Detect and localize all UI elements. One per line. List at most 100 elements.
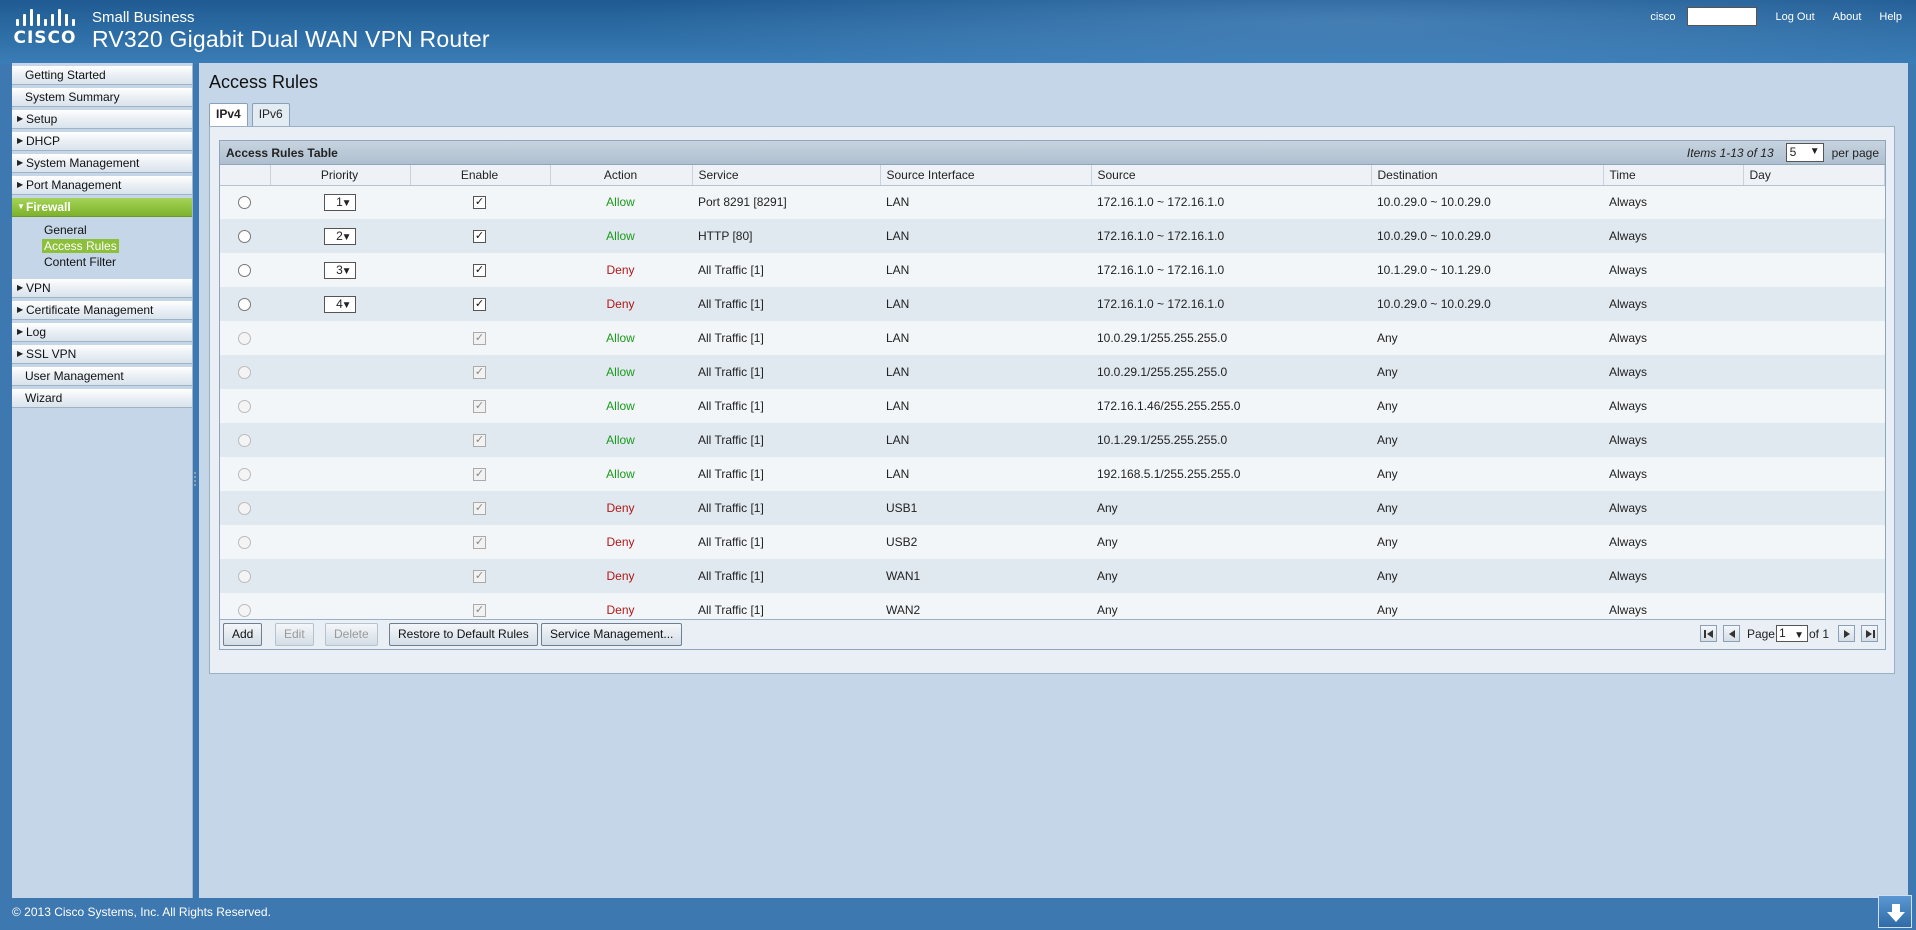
sidebar-item-wizard[interactable]: Wizard xyxy=(12,389,192,408)
sidebar-item-setup[interactable]: ▶ Setup xyxy=(12,110,192,129)
row-select-radio xyxy=(238,570,251,584)
sidebar-item-user-management[interactable]: User Management xyxy=(12,367,192,386)
per-page-select[interactable]: 5 ▼ xyxy=(1785,143,1824,162)
priority-select[interactable]: 2 ▼ xyxy=(323,227,356,245)
priority-select[interactable]: 4 ▼ xyxy=(323,295,356,313)
source-value: 10.0.29.1/255.255.255.0 xyxy=(1097,331,1228,345)
chevron-down-icon: ▼ xyxy=(1809,146,1820,157)
row-select-radio xyxy=(238,502,251,516)
tab-ipv4[interactable]: IPv4 xyxy=(209,103,248,126)
row-select-radio[interactable] xyxy=(238,298,251,312)
last-page-button[interactable] xyxy=(1861,625,1878,642)
subitem-general[interactable]: General xyxy=(42,222,192,238)
help-link[interactable]: Help xyxy=(1879,11,1902,23)
sidebar-item-vpn[interactable]: ▶ VPN xyxy=(12,279,192,298)
table-row[interactable]: 2 ▼ ✓ Allow HTTP [80] LAN 172.16.1.0 ~ 172.16.… xyxy=(220,219,1885,253)
source-value: 172.16.1.0 ~ 172.16.1.0 xyxy=(1097,229,1225,243)
sidebar-item-dhcp[interactable]: ▶ DHCP xyxy=(12,132,192,151)
delete-button[interactable]: Delete xyxy=(325,623,378,646)
sidebar-item-system-management[interactable]: ▶ System Management xyxy=(12,154,192,173)
page-value: 1 xyxy=(1778,626,1786,640)
top-links: cisco English ▼ Log Out About Help xyxy=(1650,7,1902,26)
service-management-button[interactable]: Service Management... xyxy=(541,623,683,646)
destination-value: 10.1.29.0 ~ 10.1.29.0 xyxy=(1377,263,1491,277)
table-row[interactable]: ✓ Allow All Traffic [1] LAN 172.16.1.46/255.… xyxy=(220,389,1885,423)
source-interface-value: LAN xyxy=(886,365,910,379)
source-value: 10.1.29.1/255.255.255.0 xyxy=(1097,433,1228,447)
service-value: All Traffic [1] xyxy=(698,263,764,277)
sidebar-item-system-summary[interactable]: System Summary xyxy=(12,88,192,107)
table-row[interactable]: 4 ▼ ✓ Deny All Traffic [1] LAN 172.16.1.0 ~ 17… xyxy=(220,287,1885,321)
enable-checkbox[interactable]: ✓ xyxy=(473,196,486,210)
table-row[interactable]: ✓ Allow All Traffic [1] LAN 192.168.5.1/255.… xyxy=(220,457,1885,491)
row-select-radio[interactable] xyxy=(238,264,251,278)
row-select-radio[interactable] xyxy=(238,196,251,210)
destination-value: Any xyxy=(1377,467,1398,481)
page-select[interactable]: 1 ▼ xyxy=(1775,625,1808,642)
table-row[interactable]: 1 ▼ ✓ Allow Port 8291 [8291] LAN 172.16.1.0 ~ … xyxy=(220,185,1885,219)
table-row[interactable]: ✓ Allow All Traffic [1] LAN 10.0.29.1/255.25… xyxy=(220,321,1885,355)
enable-checkbox[interactable]: ✓ xyxy=(473,264,486,278)
caret-right-icon: ▶ xyxy=(17,158,24,167)
chevron-down-icon: ▼ xyxy=(341,299,352,311)
priority-select[interactable]: 1 ▼ xyxy=(323,193,356,211)
source-interface-value: WAN1 xyxy=(886,569,921,583)
sidebar-item-getting-started[interactable]: Getting Started xyxy=(12,66,192,85)
table-row[interactable]: 3 ▼ ✓ Deny All Traffic [1] LAN 172.16.1.0 ~ 17… xyxy=(220,253,1885,287)
enable-checkbox[interactable]: ✓ xyxy=(473,230,486,244)
time-value: Always xyxy=(1609,467,1648,481)
table-row[interactable]: ✓ Allow All Traffic [1] LAN 10.1.29.1/255.25… xyxy=(220,423,1885,457)
sidebar-item-log[interactable]: ▶ Log xyxy=(12,323,192,342)
about-link[interactable]: About xyxy=(1833,11,1862,23)
sidebar-splitter-handle[interactable] xyxy=(193,470,197,494)
product-title: RV320 Gigabit Dual WAN VPN Router xyxy=(92,26,490,52)
prev-page-button[interactable] xyxy=(1722,625,1740,642)
sidebar-item-label: VPN xyxy=(26,281,51,295)
next-page-button[interactable] xyxy=(1838,625,1855,642)
time-value: Always xyxy=(1609,501,1648,515)
first-page-button[interactable] xyxy=(1699,625,1717,642)
col-enable: Enable xyxy=(410,165,551,186)
ip-version-tabs: IPv4 IPv6 xyxy=(209,103,294,126)
sidebar-item-certificate-management[interactable]: ▶ Certificate Management xyxy=(12,301,192,320)
chevron-down-icon: ▼ xyxy=(341,231,352,243)
time-value: Always xyxy=(1609,331,1648,345)
enable-checkbox[interactable]: ✓ xyxy=(473,298,486,312)
sidebar-item-label: System Summary xyxy=(25,90,120,104)
time-value: Always xyxy=(1609,365,1648,379)
source-value: 172.16.1.46/255.255.255.0 xyxy=(1097,399,1241,413)
sidebar-item-firewall[interactable]: ▼ Firewall xyxy=(12,198,192,217)
caret-down-icon: ▼ xyxy=(17,202,25,211)
cisco-logo: CISCO xyxy=(12,6,78,48)
col-source: Source xyxy=(1091,165,1372,186)
access-rules-table: Access Rules Table Items 1-13 of 13 5 ▼ … xyxy=(219,140,1886,650)
time-value: Always xyxy=(1609,229,1648,243)
row-select-radio[interactable] xyxy=(238,230,251,244)
restore-defaults-button[interactable]: Restore to Default Rules xyxy=(389,623,538,646)
row-select-radio xyxy=(238,332,251,346)
source-interface-value: USB1 xyxy=(886,501,918,515)
priority-select[interactable]: 3 ▼ xyxy=(323,261,356,279)
language-select[interactable]: English ▼ xyxy=(1687,7,1758,26)
subitem-access-rules[interactable]: Access Rules xyxy=(42,238,192,254)
source-value: 10.0.29.1/255.255.255.0 xyxy=(1097,365,1228,379)
action-value: Allow xyxy=(606,467,635,481)
cisco-logo-bars-icon xyxy=(14,6,76,26)
tab-ipv6[interactable]: IPv6 xyxy=(251,103,290,126)
scroll-down-button[interactable] xyxy=(1878,895,1912,928)
subitem-content-filter[interactable]: Content Filter xyxy=(42,254,192,270)
add-button[interactable]: Add xyxy=(223,623,263,646)
sidebar-item-ssl-vpn[interactable]: ▶ SSL VPN xyxy=(12,345,192,364)
sidebar-item-port-management[interactable]: ▶ Port Management xyxy=(12,176,192,195)
table-row[interactable]: ✓ Allow All Traffic [1] LAN 10.0.29.1/255.25… xyxy=(220,355,1885,389)
table-row[interactable]: ✓ Deny All Traffic [1] USB2 Any Any Always xyxy=(220,525,1885,559)
sidebar-item-label: Log xyxy=(26,325,47,339)
table-row[interactable]: ✓ Deny All Traffic [1] WAN1 Any Any Always xyxy=(220,559,1885,593)
sidebar-item-label: User Management xyxy=(25,369,124,383)
edit-button[interactable]: Edit xyxy=(275,623,314,646)
table-row[interactable]: ✓ Deny All Traffic [1] USB1 Any Any Always xyxy=(220,491,1885,525)
destination-value: 10.0.29.0 ~ 10.0.29.0 xyxy=(1377,297,1491,311)
logout-link[interactable]: Log Out xyxy=(1775,11,1814,23)
items-count: Items 1-13 of 13 xyxy=(1686,145,1774,160)
sidebar-item-label: Getting Started xyxy=(25,68,106,82)
